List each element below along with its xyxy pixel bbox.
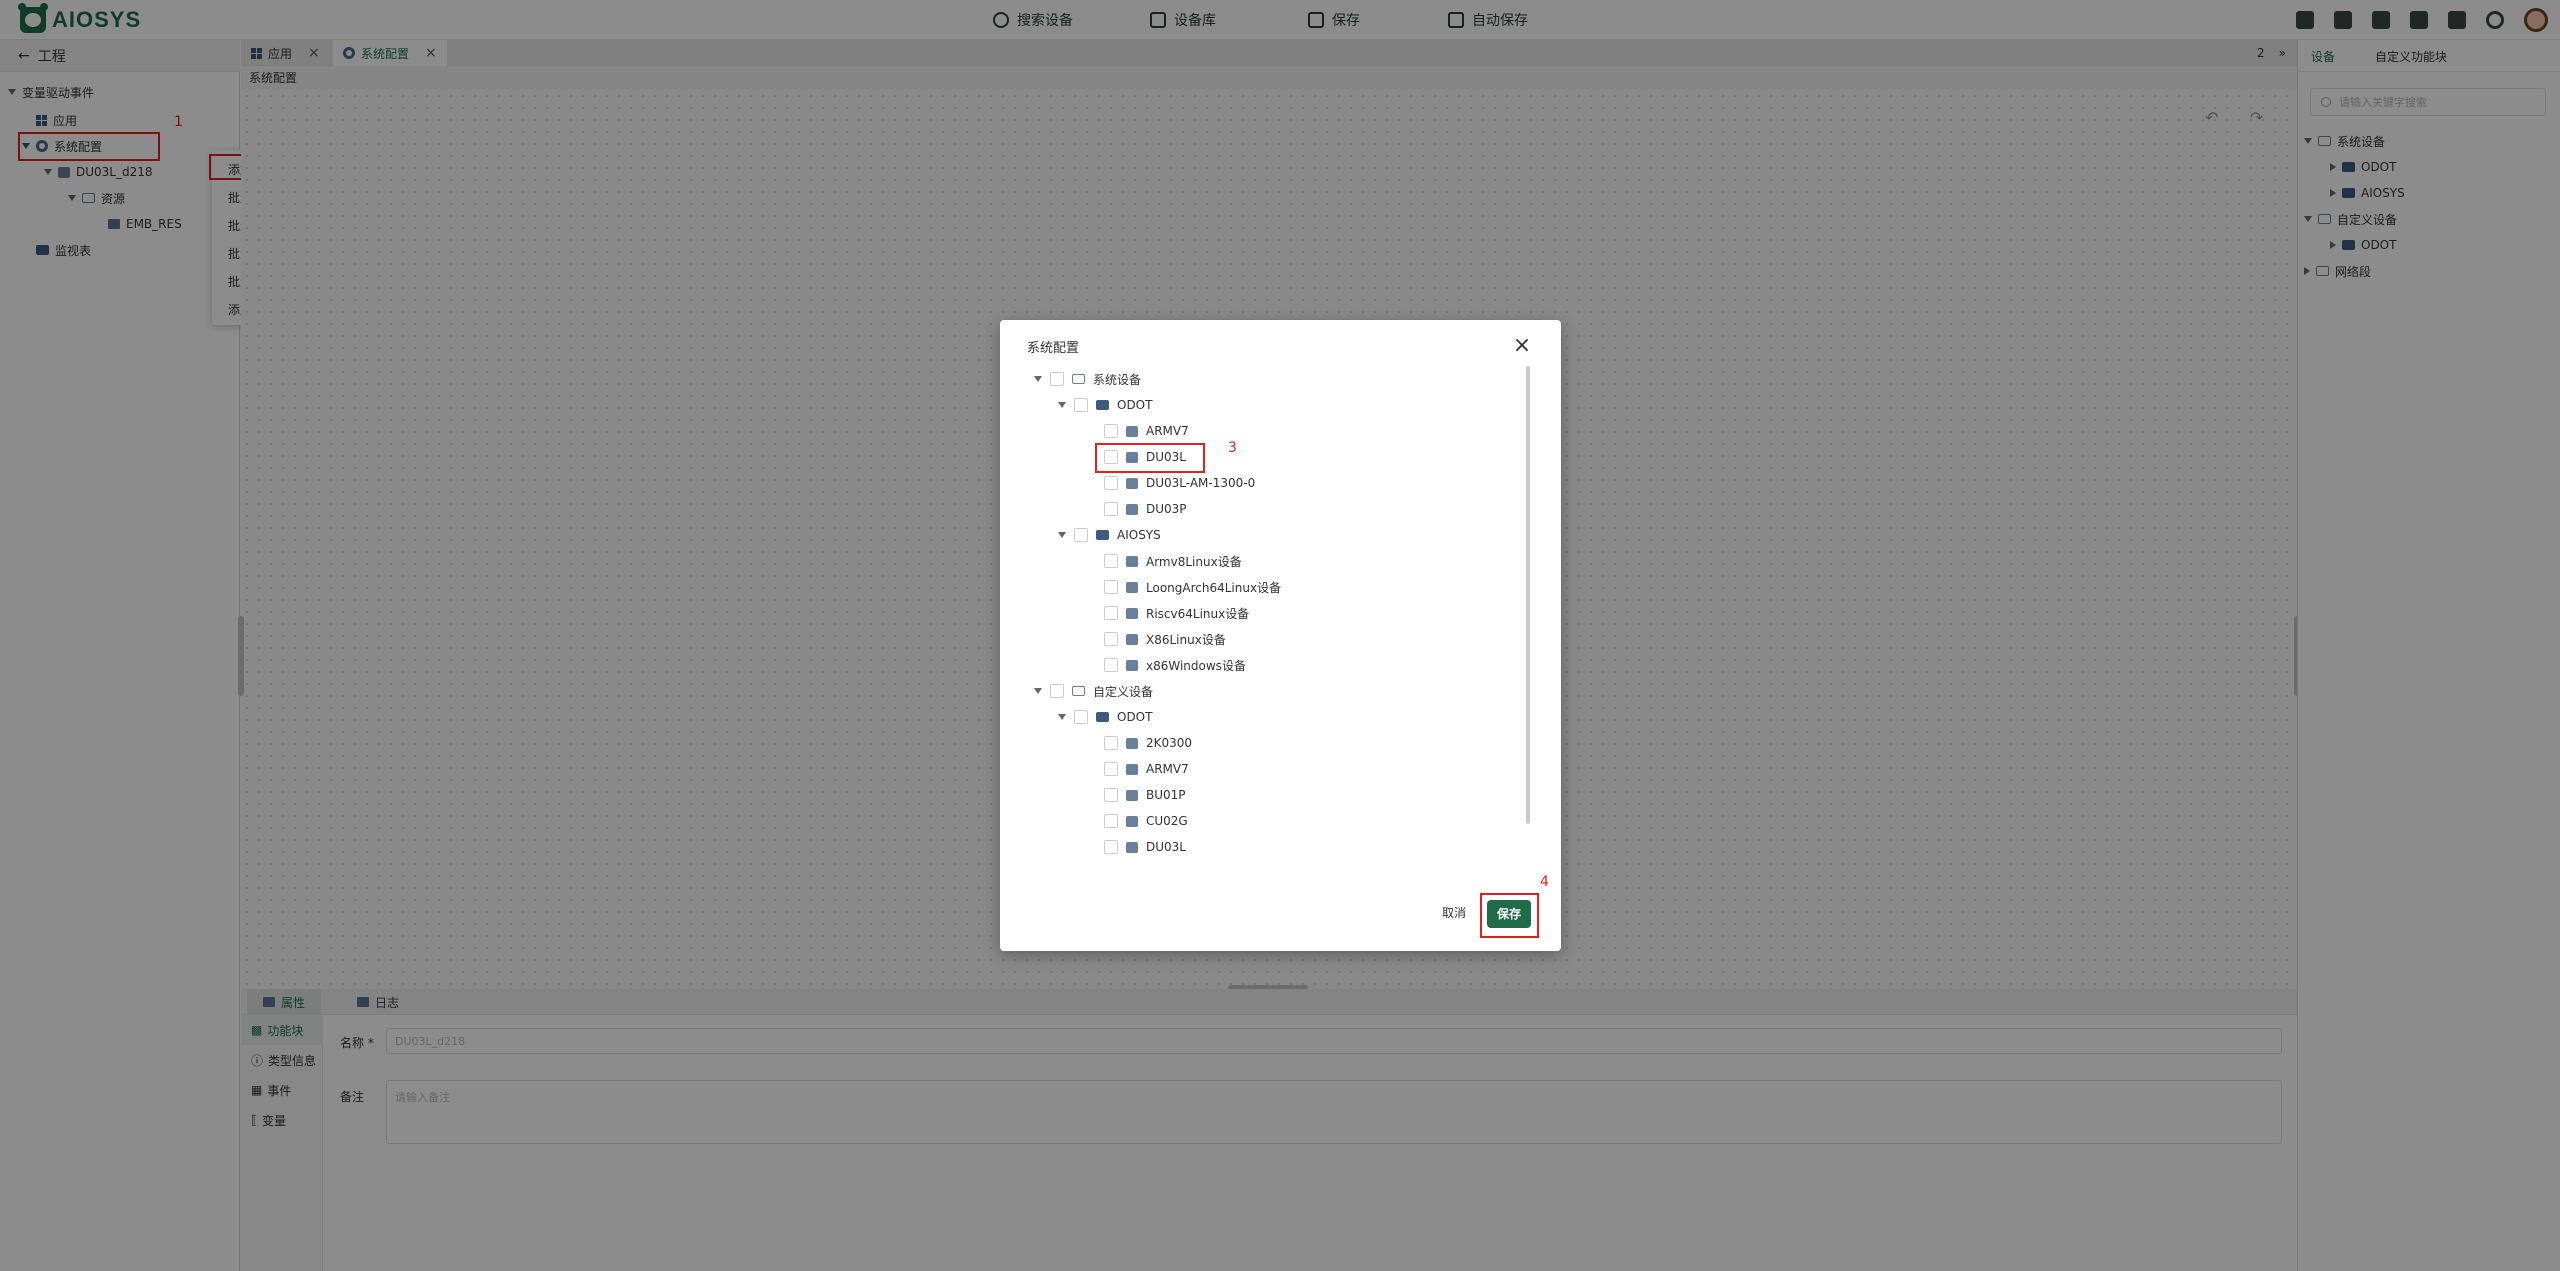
device-icon [1126, 633, 1138, 645]
device-icon [1126, 477, 1138, 489]
checkbox[interactable] [1104, 788, 1118, 802]
dialog-title: 系统配置 [1027, 341, 1080, 356]
tree-node-odot[interactable]: ODOT [1058, 392, 1152, 418]
tree-item-device[interactable]: Riscv64Linux设备 [1104, 600, 1249, 626]
device-icon [1126, 737, 1138, 749]
tree-item-device[interactable]: ARMV7 [1104, 756, 1189, 782]
tree-item-device[interactable]: BU01P [1104, 782, 1186, 808]
checkbox[interactable] [1104, 554, 1118, 568]
tree-item-label: ARMV7 [1146, 424, 1189, 438]
folder-icon [1096, 400, 1109, 410]
tree-item-label: Armv8Linux设备 [1146, 554, 1242, 569]
checkbox[interactable] [1050, 372, 1064, 386]
tree-item-device[interactable]: Armv8Linux设备 [1104, 548, 1242, 574]
annotation-box-4 [1480, 893, 1539, 938]
device-icon [1126, 425, 1138, 437]
tree-item-device[interactable]: DU03L-AM-1300-0 [1104, 470, 1255, 496]
tree-item-device[interactable]: LoongArch64Linux设备 [1104, 574, 1281, 600]
tree-node-label: ODOT [1117, 710, 1153, 724]
tree-item-label: X86Linux设备 [1146, 632, 1226, 647]
tree-item-device[interactable]: 2K0300 [1104, 730, 1192, 756]
tree-item-label: ARMV7 [1146, 762, 1189, 776]
tree-node-label: 系统设备 [1093, 372, 1142, 387]
checkbox[interactable] [1074, 398, 1088, 412]
caret-down-icon [1058, 402, 1066, 408]
folder-icon [1096, 530, 1109, 540]
folder-icon [1072, 374, 1085, 384]
tree-item-label: DU03L-AM-1300-0 [1146, 476, 1256, 490]
dialog-device-tree: 系统设备 ODOT ARMV7 DU03L DU03L-AM-1300-0 DU… [1030, 366, 1530, 864]
checkbox[interactable] [1104, 476, 1118, 490]
device-icon [1126, 841, 1138, 853]
close-icon[interactable]: × [1512, 335, 1532, 357]
device-icon [1126, 763, 1138, 775]
checkbox[interactable] [1104, 606, 1118, 620]
checkbox[interactable] [1104, 814, 1118, 828]
tree-item-label: Riscv64Linux设备 [1146, 606, 1250, 621]
device-icon [1126, 789, 1138, 801]
tree-item-device[interactable]: DU03L [1104, 834, 1186, 860]
tree-item-label: x86Windows设备 [1146, 658, 1246, 673]
annotation-box-3 [1095, 443, 1205, 473]
annotation-number-4: 4 [1540, 874, 1549, 890]
tree-item-label: CU02G [1146, 814, 1188, 828]
tree-node-label: 自定义设备 [1093, 684, 1154, 699]
annotation-number-3: 3 [1228, 440, 1237, 456]
tree-node-custom-devices[interactable]: 自定义设备 [1034, 678, 1153, 704]
caret-down-icon [1058, 532, 1066, 538]
checkbox[interactable] [1104, 580, 1118, 594]
device-icon [1126, 815, 1138, 827]
device-icon [1126, 581, 1138, 593]
folder-icon [1096, 712, 1109, 722]
tree-item-label: DU03L [1146, 840, 1186, 854]
checkbox[interactable] [1104, 658, 1118, 672]
device-icon [1126, 659, 1138, 671]
tree-item-label: LoongArch64Linux设备 [1146, 580, 1282, 595]
checkbox[interactable] [1104, 502, 1118, 516]
tree-node-aiosys[interactable]: AIOSYS [1058, 522, 1161, 548]
caret-down-icon [1058, 714, 1066, 720]
tree-node-custom-odot[interactable]: ODOT [1058, 704, 1152, 730]
checkbox[interactable] [1074, 528, 1088, 542]
checkbox[interactable] [1104, 840, 1118, 854]
checkbox[interactable] [1104, 736, 1118, 750]
checkbox[interactable] [1104, 632, 1118, 646]
cancel-button[interactable]: 取消 [1434, 900, 1474, 926]
tree-item-device[interactable]: CU02G [1104, 808, 1188, 834]
tree-item-label: 2K0300 [1146, 736, 1193, 750]
device-icon [1126, 607, 1138, 619]
tree-item-label: DU03P [1146, 502, 1187, 516]
caret-down-icon [1034, 688, 1042, 694]
dialog-scrollbar[interactable] [1526, 366, 1530, 824]
tree-item-device[interactable]: x86Windows设备 [1104, 652, 1246, 678]
checkbox[interactable] [1050, 684, 1064, 698]
tree-item-device[interactable]: ARMV7 [1104, 418, 1189, 444]
app-window: AIOSYS 搜索设备 设备库 保存 自动保存 ← 工程 变量驱动事件 应用 系… [0, 0, 2560, 1271]
checkbox[interactable] [1104, 424, 1118, 438]
tree-item-label: BU01P [1146, 788, 1186, 802]
caret-down-icon [1034, 376, 1042, 382]
folder-icon [1072, 686, 1085, 696]
device-icon [1126, 503, 1138, 515]
tree-node-label: ODOT [1117, 398, 1153, 412]
tree-node-label: AIOSYS [1117, 528, 1161, 542]
tree-item-device[interactable]: X86Linux设备 [1104, 626, 1226, 652]
tree-node-system-devices[interactable]: 系统设备 [1034, 366, 1141, 392]
checkbox[interactable] [1074, 710, 1088, 724]
checkbox[interactable] [1104, 762, 1118, 776]
tree-item-device[interactable]: DU03P [1104, 496, 1187, 522]
device-icon [1126, 555, 1138, 567]
